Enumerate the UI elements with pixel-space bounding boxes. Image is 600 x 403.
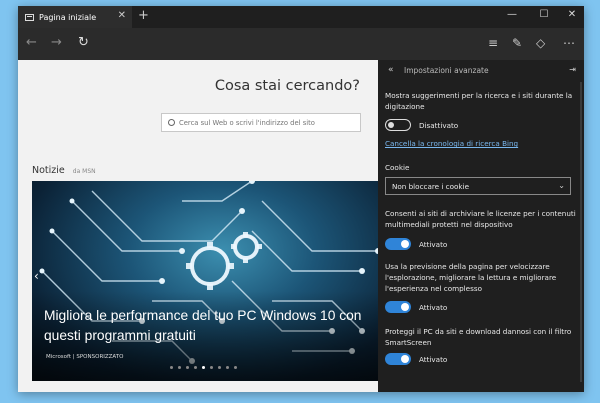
chevron-down-icon: ⌄	[558, 181, 565, 190]
carousel-dot[interactable]	[202, 366, 205, 369]
smartscreen-state: Attivato	[419, 354, 448, 364]
licenses-toggle-row[interactable]: Attivato	[385, 238, 447, 250]
back-chevron-icon[interactable]: «	[388, 65, 394, 75]
cookies-select[interactable]: Non bloccare i cookie ⌄	[385, 177, 571, 195]
tab-title: Pagina iniziale	[39, 12, 97, 22]
licenses-state: Attivato	[419, 239, 448, 249]
carousel-dot[interactable]	[186, 366, 189, 369]
forward-button[interactable]: →	[51, 35, 62, 50]
carousel-dot[interactable]	[170, 366, 173, 369]
cookies-label: Cookie	[385, 163, 410, 172]
prediction-toggle[interactable]	[385, 301, 411, 313]
news-hero-card[interactable]: ‹ Migliora le performance del tuo PC Win…	[32, 181, 378, 381]
more-icon[interactable]: ⋯	[563, 36, 575, 50]
page-title: Cosa stai cercando?	[214, 78, 360, 94]
carousel-dot[interactable]	[234, 366, 237, 369]
prediction-text: Usa la previsione della pagina per veloc…	[385, 262, 557, 293]
carousel-dots	[170, 366, 237, 369]
new-tab-button[interactable]: +	[138, 8, 149, 23]
previous-slide-icon[interactable]: ‹	[34, 269, 39, 283]
maximize-button[interactable]: ☐	[535, 9, 553, 20]
new-tab-page: Cosa stai cercando? Notizie da MSN	[18, 60, 378, 392]
news-source: da MSN	[72, 168, 96, 175]
navigation-bar: ← → ↻ ≡ ✎ ◇ ⋯	[18, 28, 584, 60]
prediction-toggle-row[interactable]: Attivato	[385, 301, 447, 313]
prediction-state: Attivato	[419, 302, 448, 312]
licenses-text: Consenti ai siti di archiviare le licenz…	[385, 209, 576, 229]
carousel-dot[interactable]	[178, 366, 181, 369]
licenses-toggle[interactable]	[385, 238, 411, 250]
carousel-dot[interactable]	[226, 366, 229, 369]
web-note-icon[interactable]: ✎	[512, 36, 522, 50]
browser-window: Pagina iniziale ✕ + — ☐ ✕ ← → ↻ ≡ ✎ ◇ ⋯ …	[18, 6, 584, 392]
carousel-dot[interactable]	[210, 366, 213, 369]
suggestions-text: Mostra suggerimenti per la ricerca e i s…	[385, 91, 573, 111]
suggestions-toggle-row[interactable]: Disattivato	[385, 119, 458, 131]
cookies-value: Non bloccare i cookie	[392, 181, 469, 191]
back-button[interactable]: ←	[26, 35, 37, 50]
refresh-button[interactable]: ↻	[78, 35, 89, 50]
smartscreen-toggle-row[interactable]: Attivato	[385, 353, 447, 365]
close-window-button[interactable]: ✕	[563, 9, 581, 20]
search-icon	[168, 119, 175, 126]
settings-panel: « Impostazioni avanzate ⇥ Mostra suggeri…	[378, 60, 584, 392]
share-icon[interactable]: ◇	[536, 36, 545, 50]
hero-credit: Microsoft | SPONSORIZZATO	[46, 354, 124, 360]
news-title: Notizie	[32, 165, 65, 176]
smartscreen-toggle[interactable]	[385, 353, 411, 365]
search-box[interactable]	[161, 113, 361, 132]
tab-pagina-iniziale[interactable]: Pagina iniziale ✕	[18, 6, 132, 28]
pin-icon[interactable]: ⇥	[569, 65, 576, 74]
news-header: Notizie da MSN	[32, 165, 96, 176]
title-bar: Pagina iniziale ✕ + — ☐ ✕	[18, 6, 584, 28]
hero-title[interactable]: Migliora le performance del tuo PC Windo…	[44, 306, 374, 346]
scrollbar[interactable]	[580, 82, 582, 382]
smartscreen-text: Proteggi il PC da siti e download dannos…	[385, 327, 572, 347]
carousel-dot[interactable]	[194, 366, 197, 369]
carousel-dot[interactable]	[218, 366, 221, 369]
suggestions-toggle[interactable]	[385, 119, 411, 131]
settings-title: Impostazioni avanzate	[404, 66, 489, 75]
page-icon	[25, 13, 34, 21]
clear-history-link[interactable]: Cancella la cronologia di ricerca Bing	[385, 139, 518, 148]
suggestions-state: Disattivato	[419, 120, 459, 130]
close-tab-icon[interactable]: ✕	[118, 10, 126, 21]
hub-icon[interactable]: ≡	[488, 36, 498, 50]
search-input[interactable]	[179, 118, 349, 127]
minimize-button[interactable]: —	[503, 9, 521, 20]
